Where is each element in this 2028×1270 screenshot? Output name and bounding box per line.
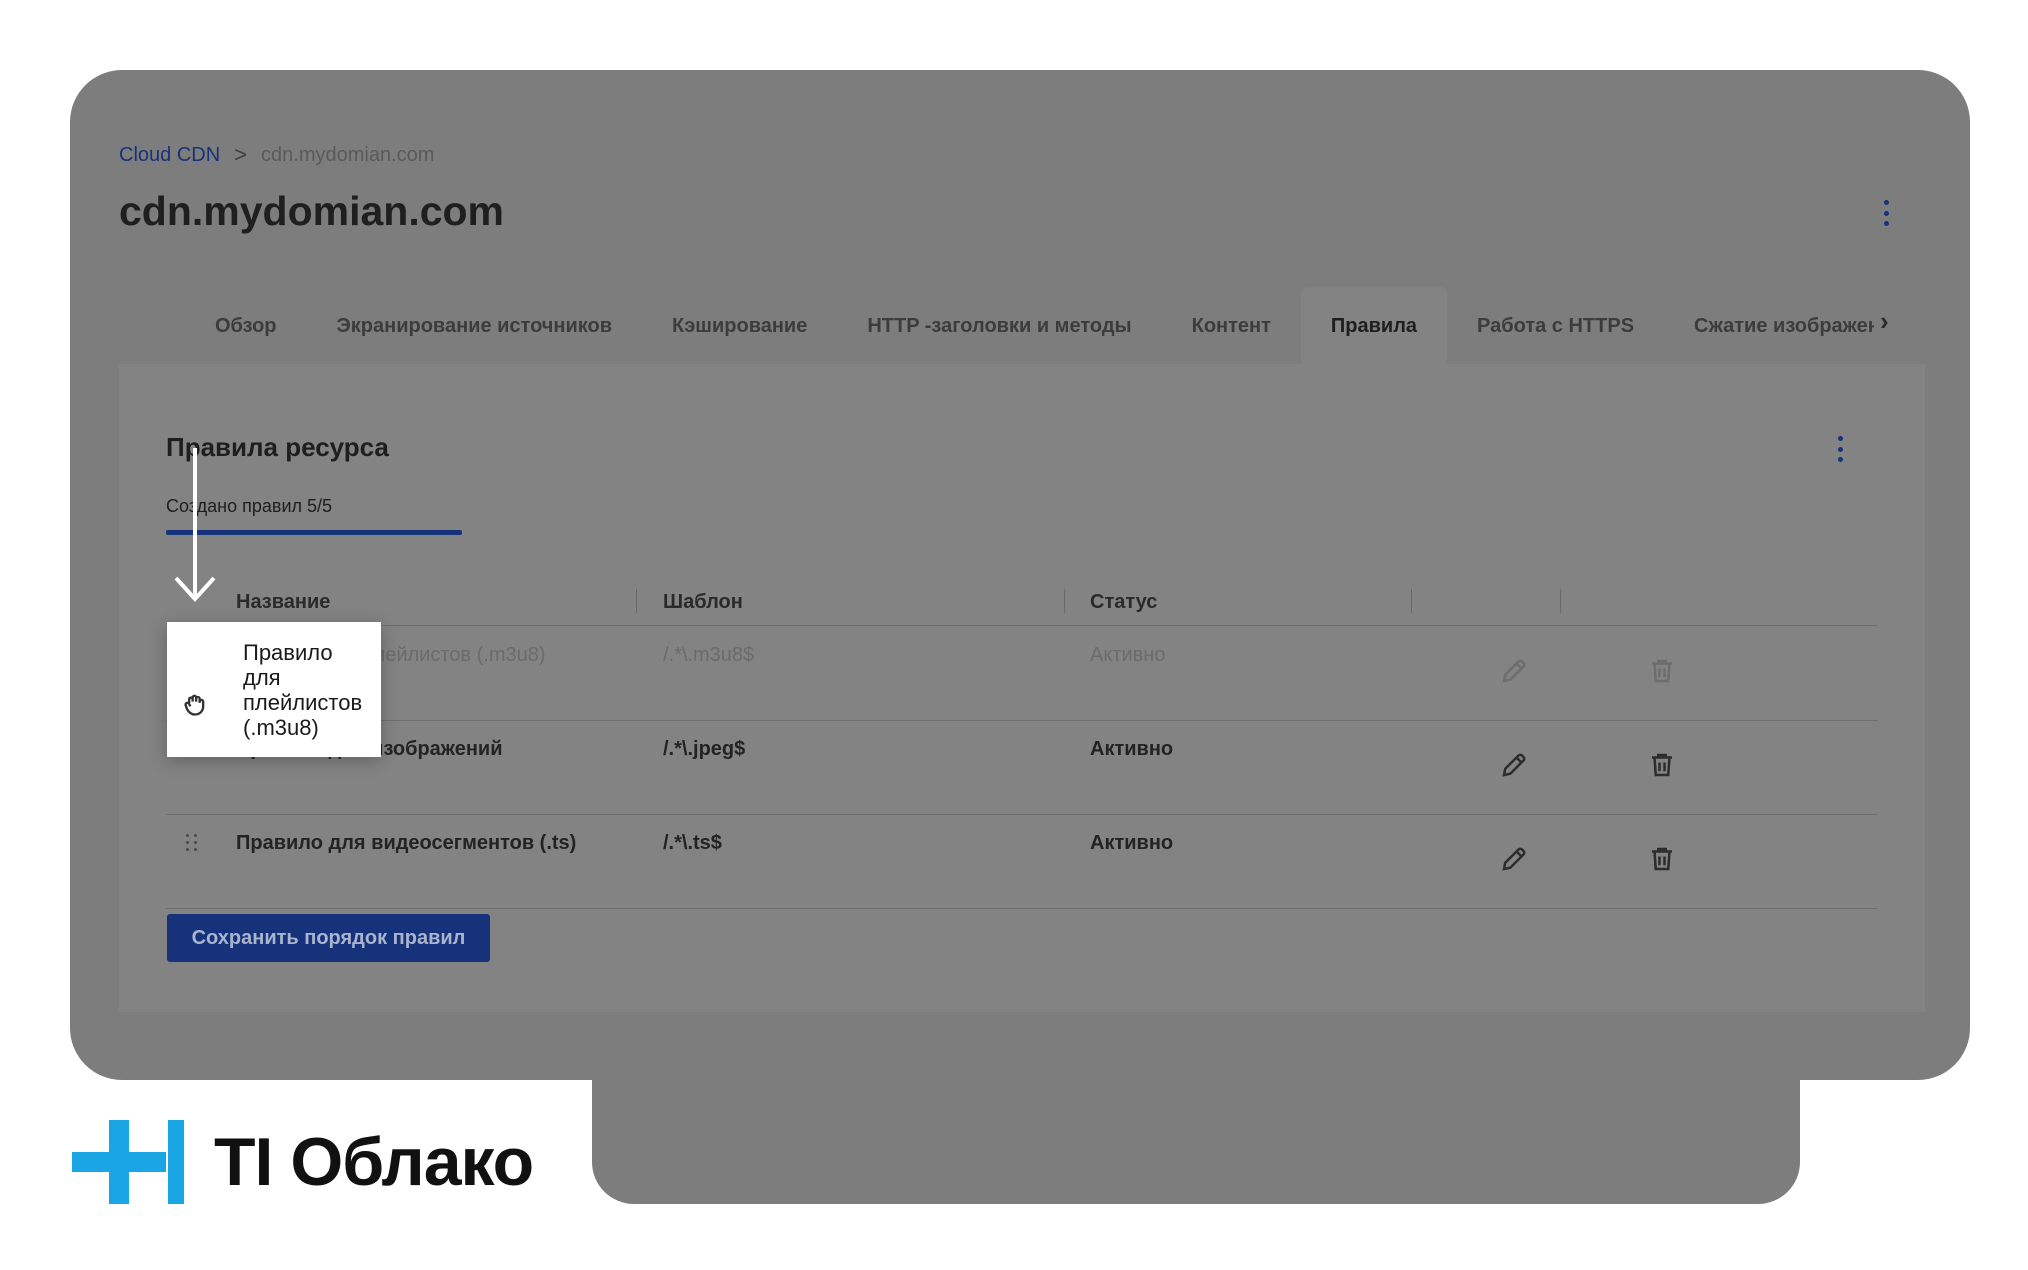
column-divider bbox=[1064, 589, 1065, 613]
brand-logo: TI Облако bbox=[72, 1120, 534, 1204]
grab-hand-icon bbox=[181, 690, 209, 718]
edit-pencil-icon[interactable] bbox=[1499, 750, 1529, 780]
rule-status: Активно bbox=[1090, 738, 1174, 760]
breadcrumb: Cloud CDN > cdn.mydomian.com bbox=[119, 142, 434, 168]
column-header-name: Название bbox=[236, 591, 331, 613]
dragged-rule-card[interactable]: Правило для плейлистов (.m3u8) bbox=[167, 622, 381, 757]
rule-status: Активно bbox=[1090, 832, 1174, 854]
rule-template: /.*\.ts$ bbox=[663, 832, 722, 854]
tab-overview[interactable]: Обзор bbox=[185, 287, 307, 365]
drag-direction-arrow-icon bbox=[170, 448, 220, 603]
tab-content[interactable]: Контент bbox=[1162, 287, 1301, 365]
tab-http-headers[interactable]: HTTP -заголовки и методы bbox=[837, 287, 1161, 365]
panel-more-icon[interactable] bbox=[1830, 434, 1850, 464]
delete-trash-icon[interactable] bbox=[1647, 844, 1677, 874]
column-header-status: Статус bbox=[1090, 591, 1158, 613]
rule-template: /.*\.m3u8$ bbox=[663, 644, 755, 666]
save-order-button[interactable]: Сохранить порядок правил bbox=[167, 914, 490, 962]
rules-panel: Правила ресурса Создано правил 5/5 Назва… bbox=[119, 364, 1925, 1012]
column-divider bbox=[636, 589, 637, 613]
edit-pencil-icon[interactable] bbox=[1499, 656, 1529, 686]
table-header: Название Шаблон Статус bbox=[166, 577, 1878, 626]
brand-name: TI Облако bbox=[214, 1124, 534, 1200]
table-row[interactable]: Правило для изображений /.*\.jpeg$ Актив… bbox=[166, 720, 1878, 815]
rule-status: Активно bbox=[1090, 644, 1166, 666]
table-row[interactable]: Правило для плейлистов (.m3u8) /.*\.m3u8… bbox=[166, 626, 1878, 721]
frame-bottom-tab bbox=[592, 1050, 1800, 1204]
app-window: Cloud CDN > cdn.mydomian.com cdn.mydomia… bbox=[70, 70, 1970, 1080]
corner-cutout bbox=[1800, 1080, 2028, 1270]
rule-template: /.*\.jpeg$ bbox=[663, 738, 746, 760]
table-row[interactable]: Правило для видеосегментов (.ts) /.*\.ts… bbox=[166, 814, 1878, 909]
tab-caching[interactable]: Кэширование bbox=[642, 287, 837, 365]
delete-trash-icon[interactable] bbox=[1647, 656, 1677, 686]
chevron-right-icon[interactable]: › bbox=[1880, 306, 1889, 337]
page-title: cdn.mydomian.com bbox=[119, 188, 505, 234]
column-divider bbox=[1411, 589, 1412, 613]
edit-pencil-icon[interactable] bbox=[1499, 844, 1529, 874]
delete-trash-icon[interactable] bbox=[1647, 750, 1677, 780]
tab-bar: Обзор Экранирование источников Кэширован… bbox=[185, 287, 1874, 365]
rule-name: Правило для видеосегментов (.ts) bbox=[236, 832, 577, 854]
tab-image-compression[interactable]: Сжатие изображений bbox=[1664, 287, 1874, 365]
breadcrumb-separator: > bbox=[234, 142, 248, 167]
drag-handle-icon[interactable] bbox=[186, 834, 198, 852]
plus-logo-icon bbox=[72, 1120, 192, 1204]
dragged-rule-name: Правило для плейлистов (.m3u8) bbox=[243, 640, 363, 740]
breadcrumb-current: cdn.mydomian.com bbox=[261, 143, 435, 166]
tab-rules[interactable]: Правила bbox=[1300, 287, 1448, 365]
tab-origin-shielding[interactable]: Экранирование источников bbox=[307, 287, 643, 365]
column-divider bbox=[1560, 589, 1561, 613]
tab-https[interactable]: Работа с HTTPS bbox=[1447, 287, 1664, 365]
breadcrumb-root-link[interactable]: Cloud CDN bbox=[119, 144, 220, 167]
page-more-icon[interactable] bbox=[1876, 198, 1896, 228]
column-header-template: Шаблон bbox=[663, 591, 743, 613]
